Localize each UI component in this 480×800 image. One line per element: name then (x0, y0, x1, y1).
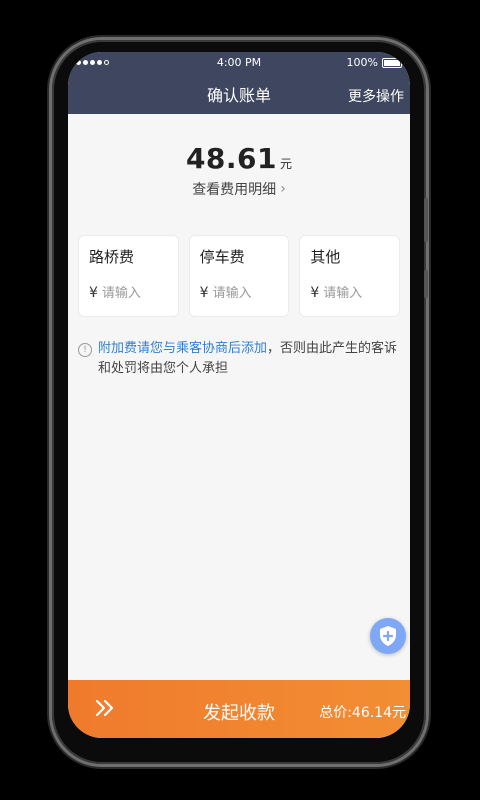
chevron-right-icon: › (280, 181, 286, 197)
fee-detail-label: 查看费用明细 (192, 182, 277, 198)
battery-percent: 100% (346, 56, 378, 69)
currency-symbol: ¥ (310, 285, 320, 301)
fee-card-label: 路桥费 (89, 248, 135, 266)
fee-card-label: 其他 (310, 248, 341, 266)
page-title: 确认账单 (206, 86, 271, 105)
amount-section: 48.61 元 查看费用明细 › (68, 114, 410, 199)
phone-side-button (424, 198, 428, 242)
fare-amount: 48.61 (185, 142, 278, 175)
fee-card-other[interactable]: 其他 ¥ (299, 235, 401, 317)
surcharge-notice: ! 附加费请您与乘客协商后添加，否则由此产生的客诉和处罚将由您个人承担 (68, 339, 410, 379)
fee-card-toll[interactable]: 路桥费 ¥ (78, 235, 179, 317)
currency-symbol: ¥ (199, 285, 209, 301)
phone-screen: 4:00 PM 100% 确认账单 更多操作 48.61 元 查看费用明细 › 路… (68, 52, 410, 738)
battery-icon (382, 57, 404, 68)
shield-plus-icon (380, 626, 396, 646)
fee-card-label: 停车费 (199, 248, 245, 266)
parking-fee-input[interactable] (212, 285, 277, 301)
nav-bar: 确认账单 更多操作 (68, 74, 410, 114)
fare-unit: 元 (280, 157, 293, 171)
fee-detail-link[interactable]: 查看费用明细 › (192, 179, 286, 199)
payment-bar: 发起收款 总价:46.14元 (68, 680, 410, 738)
more-actions-button[interactable]: 更多操作 (348, 86, 404, 106)
fee-cards: 路桥费 ¥ 停车费 ¥ 其他 ¥ (68, 235, 410, 317)
toll-fee-input[interactable] (101, 285, 166, 301)
phone-side-button-lower (424, 270, 428, 298)
other-fee-input[interactable] (323, 285, 388, 301)
status-bar: 4:00 PM 100% (68, 52, 410, 74)
safety-shield-button[interactable] (370, 618, 406, 654)
info-circle-icon: ! (78, 343, 92, 357)
notice-highlight: 附加费请您与乘客协商后添加 (98, 341, 268, 356)
currency-symbol: ¥ (89, 285, 98, 301)
total-price: 总价:46.14元 (319, 705, 406, 721)
fee-card-parking[interactable]: 停车费 ¥ (188, 235, 290, 317)
